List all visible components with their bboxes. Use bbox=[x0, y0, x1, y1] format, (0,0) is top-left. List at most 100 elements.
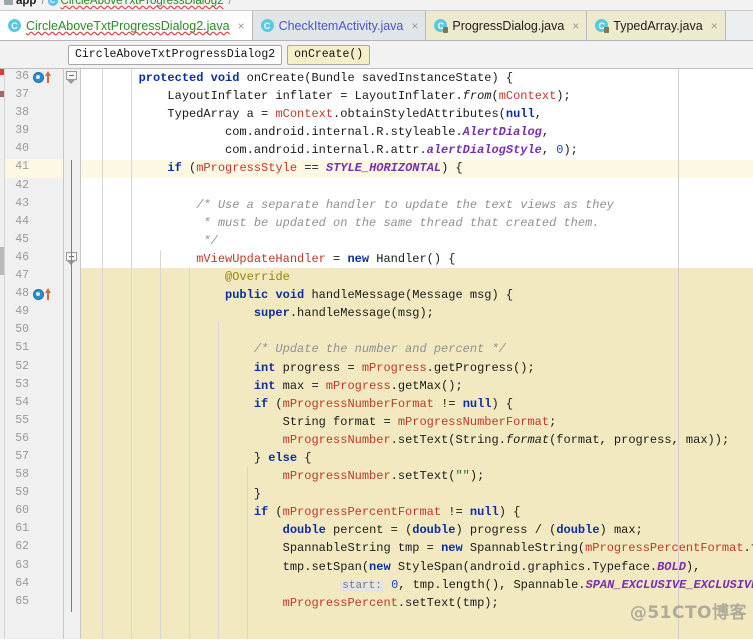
gutter-line[interactable]: 41 bbox=[5, 159, 63, 178]
gutter-line[interactable]: 63 bbox=[5, 558, 63, 576]
gutter-line[interactable]: 36 bbox=[5, 69, 63, 87]
gutter-line[interactable]: 47 bbox=[5, 268, 63, 286]
tab-typedarray[interactable]: C TypedArray.java × bbox=[587, 11, 726, 40]
code-line[interactable]: LayoutInflater inflater = LayoutInflater… bbox=[81, 87, 753, 105]
tab-progressdialog[interactable]: C ProgressDialog.java × bbox=[426, 11, 588, 40]
gutter-line[interactable]: 50 bbox=[5, 322, 63, 340]
gutter-line[interactable]: 62 bbox=[5, 539, 63, 557]
code-line[interactable]: com.android.internal.R.attr.alertDialogS… bbox=[81, 141, 753, 159]
code-line[interactable]: super.handleMessage(msg); bbox=[81, 304, 753, 322]
gutter-line[interactable]: 43 bbox=[5, 196, 63, 214]
code-line[interactable]: double percent = (double) progress / (do… bbox=[81, 521, 753, 539]
code-line[interactable]: } bbox=[81, 485, 753, 503]
code-line[interactable]: mProgressNumber.setText(String.format(fo… bbox=[81, 431, 753, 449]
gutter-line[interactable]: 39 bbox=[5, 123, 63, 141]
tab-close-icon[interactable]: × bbox=[572, 20, 579, 32]
gutter-line[interactable]: 52 bbox=[5, 359, 63, 377]
code-line[interactable]: SpannableString tmp = new SpannableStrin… bbox=[81, 539, 753, 557]
gutter-line[interactable]: 46 bbox=[5, 250, 63, 268]
gutter-line[interactable]: 54 bbox=[5, 395, 63, 413]
code-line[interactable]: /* Use a separate handler to update the … bbox=[81, 196, 753, 214]
code-line[interactable]: if (mProgressStyle == STYLE_HORIZONTAL) … bbox=[81, 159, 753, 177]
gutter-line[interactable]: 45 bbox=[5, 232, 63, 250]
code-token: null bbox=[469, 505, 499, 520]
code-editor[interactable]: 36 37 38 39 40 41 42 43 44 45 46 47 48 49 50 51 52 53 54 55… bbox=[0, 69, 753, 639]
code-line[interactable]: mProgressPercent.setText(tmp); bbox=[81, 594, 753, 612]
code-token: , tmp.length(), Spannable. bbox=[398, 577, 586, 592]
gutter-line[interactable]: 38 bbox=[5, 105, 63, 123]
code-line[interactable]: start: 0, tmp.length(), Spannable.SPAN_E… bbox=[81, 576, 753, 594]
fold-marker-method[interactable] bbox=[66, 71, 77, 84]
override-method-icon[interactable] bbox=[33, 289, 44, 301]
java-class-locked-icon: C bbox=[434, 19, 449, 33]
code-line[interactable]: tmp.setSpan(new StyleSpan(android.graphi… bbox=[81, 558, 753, 576]
scroll-thumb[interactable] bbox=[0, 247, 4, 275]
implements-arrow-icon[interactable] bbox=[45, 71, 51, 83]
code-line[interactable]: } else { bbox=[81, 449, 753, 467]
code-line[interactable]: int max = mProgress.getMax(); bbox=[81, 377, 753, 395]
gutter-line[interactable]: 49 bbox=[5, 304, 63, 322]
code-token: mProgressStyle bbox=[196, 161, 298, 176]
gutter-line[interactable]: 44 bbox=[5, 214, 63, 232]
gutter-line[interactable]: 37 bbox=[5, 87, 63, 105]
gutter-line[interactable]: 48 bbox=[5, 286, 63, 304]
gutter-line[interactable]: 55 bbox=[5, 413, 63, 431]
gutter-line[interactable]: 61 bbox=[5, 521, 63, 539]
gutter-line[interactable]: 51 bbox=[5, 340, 63, 358]
code-line[interactable]: mViewUpdateHandler = new Handler() { bbox=[81, 250, 753, 268]
nav-chip-method[interactable]: onCreate() bbox=[287, 44, 371, 65]
code-token: == bbox=[297, 161, 326, 176]
nav-chip-class[interactable]: CircleAboveTxtProgressDialog2 bbox=[68, 44, 283, 65]
warning-marker[interactable] bbox=[0, 91, 4, 97]
tab-label: ProgressDialog.java bbox=[452, 18, 565, 33]
error-marker[interactable] bbox=[0, 69, 4, 75]
code-token: start: bbox=[340, 579, 384, 592]
code-line[interactable]: protected void onCreate(Bundle savedInst… bbox=[81, 69, 753, 87]
code-line[interactable] bbox=[81, 322, 753, 340]
gutter-line[interactable]: 59 bbox=[5, 485, 63, 503]
code-token: protected void bbox=[138, 71, 247, 85]
source-code[interactable]: protected void onCreate(Bundle savedInst… bbox=[81, 69, 753, 612]
line-number: 54 bbox=[15, 395, 29, 409]
line-number-gutter[interactable]: 36 37 38 39 40 41 42 43 44 45 46 47 48 49 50 51 52 53 54 55… bbox=[5, 69, 64, 639]
code-line[interactable]: TypedArray a = mContext.obtainStyledAttr… bbox=[81, 105, 753, 123]
code-line[interactable]: if (mProgressPercentFormat != null) { bbox=[81, 503, 753, 521]
breadcrumb-item-module[interactable]: app bbox=[4, 0, 36, 7]
code-line[interactable]: int progress = mProgress.getProgress(); bbox=[81, 359, 753, 377]
tab-circleabovetxtprogressdialog2[interactable]: C CircleAboveTxtProgressDialog2.java × bbox=[0, 11, 253, 40]
code-line[interactable]: mProgressNumber.setText(""); bbox=[81, 467, 753, 485]
tab-close-icon[interactable]: × bbox=[711, 20, 718, 32]
code-line[interactable]: @Override bbox=[81, 268, 753, 286]
gutter-line[interactable]: 65 bbox=[5, 594, 63, 612]
code-line[interactable]: com.android.internal.R.styleable.AlertDi… bbox=[81, 123, 753, 141]
tab-checkitemactivity[interactable]: C CheckItemActivity.java × bbox=[252, 11, 427, 40]
gutter-line[interactable]: 42 bbox=[5, 178, 63, 196]
gutter-line[interactable]: 40 bbox=[5, 141, 63, 159]
code-token: mViewUpdateHandler bbox=[196, 251, 326, 266]
gutter-line[interactable]: 64 bbox=[5, 576, 63, 594]
code-line[interactable]: public void handleMessage(Message msg) { bbox=[81, 286, 753, 304]
code-folding-gutter[interactable] bbox=[64, 69, 81, 639]
gutter-line[interactable]: 56 bbox=[5, 431, 63, 449]
code-line[interactable]: /* Update the number and percent */ bbox=[81, 340, 753, 358]
gutter-line[interactable]: 60 bbox=[5, 503, 63, 521]
code-line[interactable]: if (mProgressNumberFormat != null) { bbox=[81, 395, 753, 413]
tab-close-icon[interactable]: × bbox=[411, 20, 418, 32]
code-text-area[interactable]: protected void onCreate(Bundle savedInst… bbox=[81, 69, 753, 639]
code-token: .setText(tmp); bbox=[397, 595, 499, 610]
code-token: mProgress bbox=[325, 378, 391, 393]
implements-arrow-icon[interactable] bbox=[45, 288, 51, 301]
breadcrumb-item-class[interactable]: C CircleAboveTxtProgressDialog2 bbox=[47, 0, 224, 7]
code-line[interactable]: */ bbox=[81, 232, 753, 250]
code-line[interactable] bbox=[81, 178, 753, 196]
override-method-icon[interactable] bbox=[33, 72, 44, 83]
code-line[interactable]: String format = mProgressNumberFormat; bbox=[81, 413, 753, 431]
line-number: 41 bbox=[15, 160, 29, 174]
code-token: null bbox=[505, 107, 535, 122]
tab-close-icon[interactable]: × bbox=[238, 20, 245, 32]
code-line[interactable]: * must be updated on the same thread tha… bbox=[81, 214, 753, 232]
gutter-line[interactable]: 58 bbox=[5, 467, 63, 485]
gutter-line[interactable]: 57 bbox=[5, 449, 63, 467]
gutter-line[interactable]: 53 bbox=[5, 377, 63, 395]
code-token: ( bbox=[268, 396, 283, 411]
